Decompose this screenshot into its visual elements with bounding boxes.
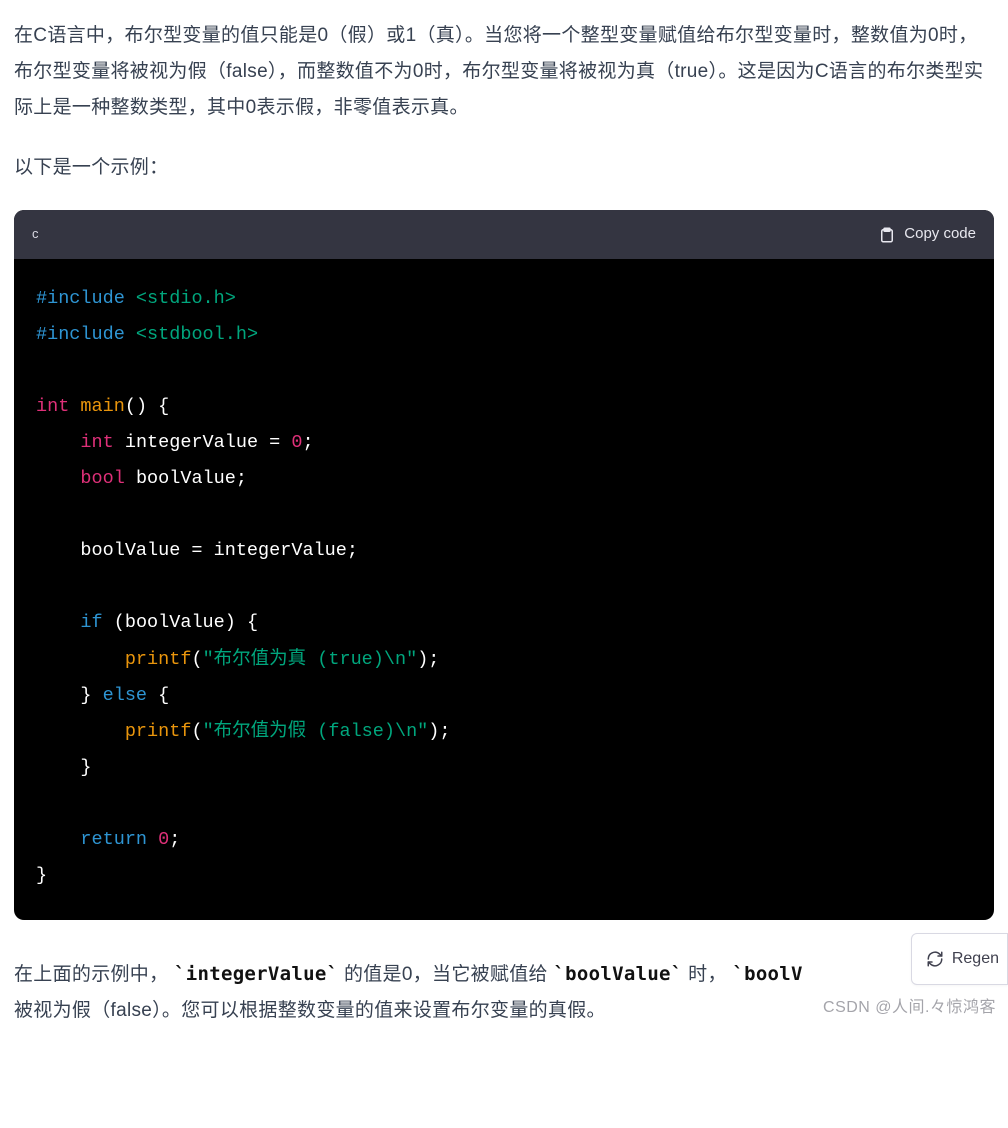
inline-code-boolV-cut: `boolV [732,963,802,985]
clipboard-icon [878,226,896,244]
text-segment: 时， [688,964,727,985]
paragraph-explain: 在上面的示例中， `integerValue` 的值是0，当它被赋值给 `boo… [14,956,994,1029]
paragraph-example-lead: 以下是一个示例： [14,150,994,186]
regenerate-button[interactable]: Regen [911,933,1008,985]
inline-code-boolValue: `boolValue` [553,963,682,985]
copy-code-button[interactable]: Copy code [878,220,976,249]
refresh-icon [926,950,944,968]
text-segment: 的值是0，当它被赋值给 [344,964,553,985]
code-header: c Copy code [14,210,994,259]
copy-code-label: Copy code [904,220,976,249]
regenerate-label: Regen [952,944,999,974]
text-segment: 在上面的示例中， [14,964,168,985]
code-block: c Copy code #include <stdio.h> #include … [14,210,994,920]
inline-code-integerValue: `integerValue` [174,963,338,985]
code-content: #include <stdio.h> #include <stdbool.h> … [14,259,994,920]
paragraph-intro: 在C语言中，布尔型变量的值只能是0（假）或1（真）。当您将一个整型变量赋值给布尔… [14,18,994,126]
text-segment: 被视为假（false）。您可以根据整数变量的值来设置布尔变量的真假。 [14,1000,606,1021]
code-language-label: c [32,222,39,247]
